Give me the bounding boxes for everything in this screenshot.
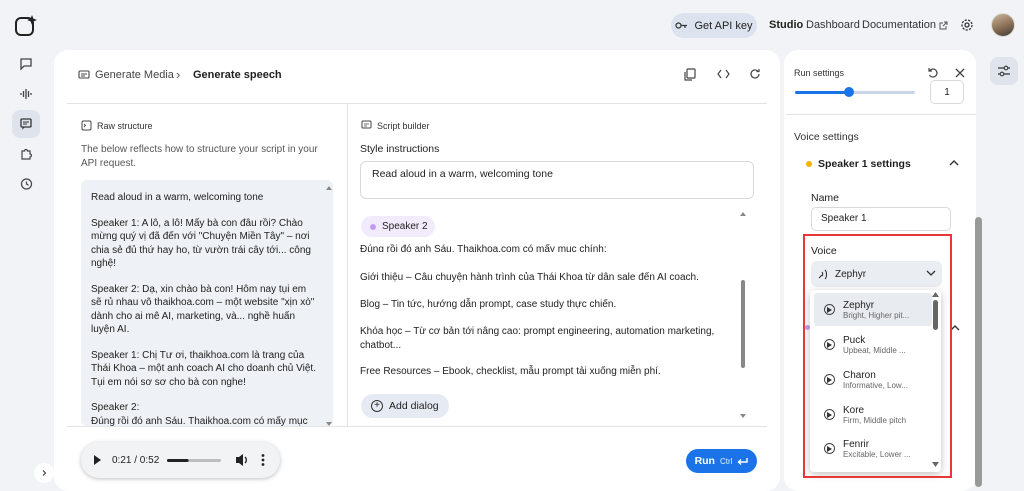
left-rail (0, 0, 54, 491)
puzzle-icon[interactable] (12, 140, 40, 168)
nav-documentation-link[interactable]: Documentation (862, 19, 948, 31)
copy-icon[interactable] (683, 67, 697, 81)
speech-icon (361, 120, 372, 131)
raw-line: Speaker 1: A lô, a lô! Mấy bà con đâu rồ… (91, 217, 311, 270)
temperature-number-input[interactable]: 1 (930, 80, 964, 104)
player-time: 0:21 / 0:52 (112, 455, 160, 466)
speech-icon[interactable] (12, 110, 40, 138)
settings-scrollbar[interactable] (975, 217, 982, 487)
get-api-key-button[interactable]: Get API key (671, 13, 757, 38)
nav-dashboard-link[interactable]: Dashboard (806, 19, 860, 31)
script-builder-header: Script builder (361, 120, 430, 131)
style-instructions-input[interactable] (360, 161, 754, 199)
run-settings-title: Run settings (794, 68, 845, 78)
raw-structure-text: Read aloud in a warm, welcoming tone Spe… (91, 191, 319, 426)
studio-logo-icon[interactable] (14, 14, 38, 38)
chevron-up-icon[interactable] (949, 159, 959, 166)
nav-documentation-label: Documentation (862, 19, 936, 31)
speaker-color-dot (806, 161, 812, 167)
raw-line: Read aloud in a warm, welcoming tone (91, 192, 264, 203)
plus-icon: + (371, 400, 383, 412)
avatar[interactable] (991, 13, 1015, 37)
speech-icon (78, 69, 90, 81)
expand-sidebar-icon[interactable] (34, 463, 54, 483)
raw-structure-description: The below reflects how to structure your… (81, 144, 318, 169)
script-builder-title: Script builder (377, 120, 430, 131)
audio-wave-icon[interactable] (12, 80, 40, 108)
add-dialog-button[interactable]: + Add dialog (361, 394, 449, 418)
refresh-icon[interactable] (748, 67, 762, 81)
script-line: Free Resources – Ebook, checklist, mẫu p… (360, 366, 661, 377)
speaker-color-dot (370, 223, 376, 230)
script-line: Khóa học – Từ cơ bản tới nâng cao: promp… (360, 326, 715, 351)
volume-icon[interactable] (236, 454, 243, 466)
get-api-key-label: Get API key (694, 19, 753, 32)
enter-key-icon (737, 457, 749, 466)
key-icon (675, 21, 688, 30)
raw-structure-scrollbar[interactable] (326, 186, 332, 426)
divider (67, 426, 767, 427)
highlight-box (803, 234, 952, 478)
divider (67, 103, 767, 104)
script-line: Giới thiệu – Câu chuyện hành trình của T… (360, 272, 699, 283)
breadcrumb-parent[interactable]: Generate Media (78, 69, 174, 81)
raw-structure-title: Raw structure (97, 120, 153, 131)
voice-settings-title: Voice settings (794, 131, 859, 143)
speaker-1-settings-label: Speaker 1 settings (818, 158, 911, 170)
divider (347, 104, 348, 426)
speaker-name-value: Speaker 1 (821, 213, 867, 224)
close-icon[interactable] (953, 66, 967, 80)
audio-player[interactable]: 0:21 / 0:52 (81, 442, 280, 478)
external-link-icon (939, 21, 948, 30)
speaker-2-chip[interactable]: Speaker 2 (361, 216, 435, 237)
raw-line: Speaker 2: Dạ, xin chào bà con! Hôm nay … (91, 283, 315, 336)
run-label: Run (694, 455, 715, 467)
nav-studio-link[interactable]: Studio (769, 19, 803, 31)
run-button[interactable]: Run Ctrl (686, 449, 757, 473)
temperature-slider-fill (795, 91, 849, 94)
code-block-icon (81, 120, 92, 131)
raw-structure-box[interactable]: Read aloud in a warm, welcoming tone Spe… (81, 180, 333, 426)
style-instructions-label: Style instructions (360, 143, 440, 155)
gear-icon[interactable] (960, 18, 974, 32)
divider (786, 114, 976, 115)
run-shortcut: Ctrl (719, 456, 733, 466)
style-instructions-value: Read aloud in a warm, welcoming tone (372, 168, 553, 180)
temperature-slider-handle[interactable] (844, 87, 854, 97)
code-icon[interactable] (716, 67, 730, 81)
tune-icon[interactable] (990, 57, 1018, 85)
add-dialog-label: Add dialog (389, 400, 439, 412)
script-scrollbar[interactable] (740, 212, 746, 418)
new-chat-icon[interactable] (12, 50, 40, 78)
script-line: Blog – Tin tức, hướng dẫn prompt, case s… (360, 299, 617, 310)
speaker-chip-label: Speaker 2 (382, 221, 428, 232)
play-icon[interactable] (94, 455, 101, 465)
raw-structure-header: Raw structure (81, 120, 153, 131)
reset-icon[interactable] (926, 66, 940, 80)
name-label: Name (811, 192, 840, 204)
history-icon[interactable] (12, 170, 40, 198)
breadcrumb-parent-label: Generate Media (95, 69, 174, 81)
speaker-1-settings-header[interactable]: Speaker 1 settings (806, 158, 911, 170)
page-title: Generate speech (193, 69, 282, 81)
script-line: Đúng rồi đó anh Sáu. Thaikhoa.com có mấy… (360, 244, 607, 252)
breadcrumb-chevron-icon: › (176, 67, 181, 82)
raw-line: Speaker 1: Chị Tư ơi, thaikhoa.com là tr… (91, 349, 316, 388)
raw-line: Speaker 2: Đúng rồi đó anh Sáu. Thaikhoa… (91, 402, 308, 426)
